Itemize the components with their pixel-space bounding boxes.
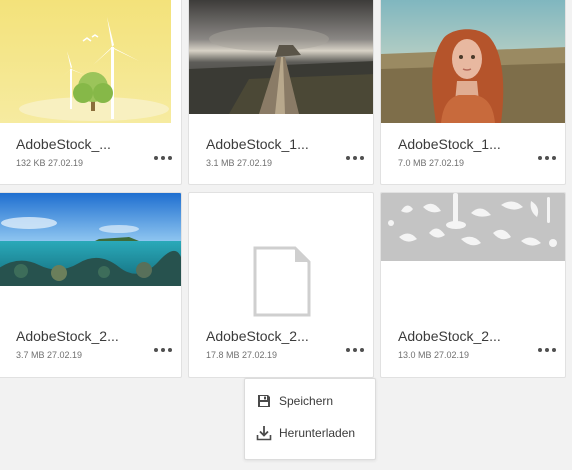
thumbnail-generic-file — [189, 193, 373, 317]
dot — [353, 156, 357, 160]
file-grid-page: AdobeStock_... 132 KB 27.02.19 AdobeStoc… — [0, 0, 572, 470]
dot — [538, 156, 542, 160]
thumbnail-portrait-image — [381, 0, 565, 123]
save-icon — [255, 392, 273, 410]
more-options-button[interactable] — [154, 152, 172, 164]
dot — [168, 348, 172, 352]
dot — [552, 348, 556, 352]
file-meta: 3.1 MB 27.02.19 — [206, 158, 273, 168]
dot — [346, 348, 350, 352]
dot — [161, 348, 165, 352]
file-card[interactable]: AdobeStock_... 132 KB 27.02.19 — [0, 0, 182, 185]
file-meta: 17.8 MB 27.02.19 — [206, 350, 278, 360]
file-card[interactable]: AdobeStock_2... 3.7 MB 27.02.19 — [0, 192, 182, 378]
menu-item-label: Herunterladen — [279, 426, 356, 440]
thumbnail-windmill-image — [0, 0, 181, 123]
dot — [168, 156, 172, 160]
thumbnail-milk-splashes-image — [381, 193, 565, 261]
file-card[interactable]: AdobeStock_1... 7.0 MB 27.02.19 — [380, 0, 566, 185]
file-meta: 3.7 MB 27.02.19 — [16, 350, 83, 360]
file-meta: 7.0 MB 27.02.19 — [398, 158, 465, 168]
file-name: AdobeStock_... — [16, 136, 111, 152]
more-options-button[interactable] — [538, 344, 556, 356]
dot — [360, 348, 364, 352]
dot — [346, 156, 350, 160]
menu-item-label: Speichern — [279, 394, 334, 408]
dot — [545, 156, 549, 160]
file-name: AdobeStock_2... — [16, 328, 119, 344]
file-meta: 13.0 MB 27.02.19 — [398, 350, 470, 360]
dot — [538, 348, 542, 352]
file-name: AdobeStock_2... — [206, 328, 309, 344]
context-menu: Speichern Herunterladen — [244, 378, 376, 460]
file-card[interactable]: AdobeStock_1... 3.1 MB 27.02.19 — [188, 0, 374, 185]
file-card[interactable]: AdobeStock_2... 13.0 MB 27.02.19 — [380, 192, 566, 378]
file-card[interactable]: AdobeStock_2... 17.8 MB 27.02.19 — [188, 192, 374, 378]
dot — [353, 348, 357, 352]
file-name: AdobeStock_1... — [398, 136, 501, 152]
dot — [552, 156, 556, 160]
dot — [161, 156, 165, 160]
file-name: AdobeStock_2... — [398, 328, 501, 344]
dot — [154, 348, 158, 352]
menu-item-download[interactable]: Herunterladen — [255, 423, 355, 443]
more-options-button[interactable] — [346, 152, 364, 164]
more-options-button[interactable] — [538, 152, 556, 164]
more-options-button[interactable] — [346, 344, 364, 356]
thumbnail-coastal-path-image — [189, 0, 373, 114]
thumbnail-coral-reef-image — [0, 193, 181, 286]
file-meta: 132 KB 27.02.19 — [16, 158, 84, 168]
menu-item-save[interactable]: Speichern — [255, 391, 333, 411]
file-name: AdobeStock_1... — [206, 136, 309, 152]
dot — [154, 156, 158, 160]
download-icon — [255, 424, 273, 442]
document-icon — [253, 246, 311, 317]
dot — [545, 348, 549, 352]
more-options-button[interactable] — [154, 344, 172, 356]
dot — [360, 156, 364, 160]
